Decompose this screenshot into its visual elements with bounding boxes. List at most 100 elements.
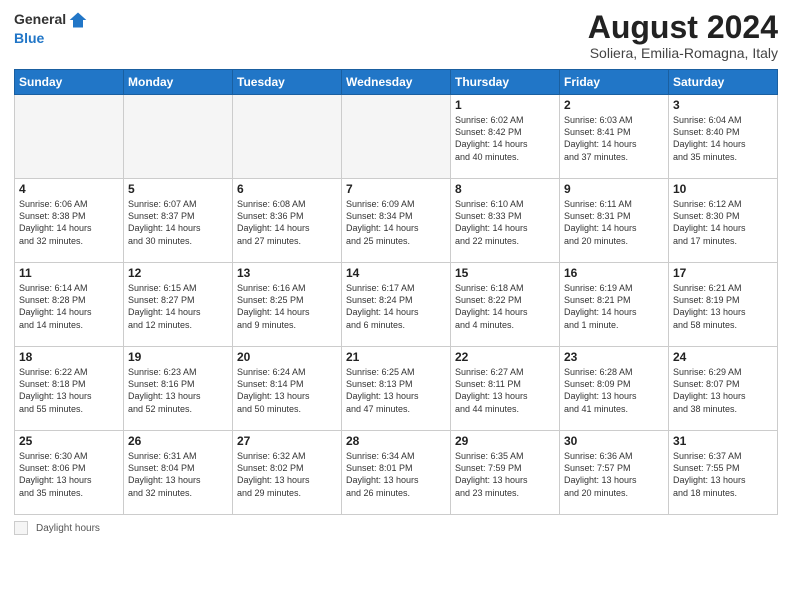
day-number: 21 <box>346 350 446 364</box>
calendar-cell <box>15 95 124 179</box>
day-info: Sunrise: 6:29 AM Sunset: 8:07 PM Dayligh… <box>673 366 773 415</box>
day-number: 15 <box>455 266 555 280</box>
day-info: Sunrise: 6:07 AM Sunset: 8:37 PM Dayligh… <box>128 198 228 247</box>
logo-general-text: General <box>14 12 66 27</box>
day-number: 3 <box>673 98 773 112</box>
day-number: 24 <box>673 350 773 364</box>
day-info: Sunrise: 6:03 AM Sunset: 8:41 PM Dayligh… <box>564 114 664 163</box>
day-number: 19 <box>128 350 228 364</box>
day-info: Sunrise: 6:34 AM Sunset: 8:01 PM Dayligh… <box>346 450 446 499</box>
day-number: 26 <box>128 434 228 448</box>
day-info: Sunrise: 6:36 AM Sunset: 7:57 PM Dayligh… <box>564 450 664 499</box>
calendar-cell <box>233 95 342 179</box>
day-number: 9 <box>564 182 664 196</box>
calendar-week-row: 1Sunrise: 6:02 AM Sunset: 8:42 PM Daylig… <box>15 95 778 179</box>
calendar-day-header: Sunday <box>15 70 124 95</box>
calendar-day-header: Saturday <box>669 70 778 95</box>
calendar-cell: 14 Sunrise: 6:17 AM Sunset: 8:24 PM Dayli… <box>342 263 451 347</box>
day-info: Sunrise: 6:22 AM Sunset: 8:18 PM Dayligh… <box>19 366 119 415</box>
calendar-cell: 28 Sunrise: 6:34 AM Sunset: 8:01 PM Dayli… <box>342 431 451 515</box>
calendar-day-header: Wednesday <box>342 70 451 95</box>
day-number: 11 <box>19 266 119 280</box>
day-info: Sunrise: 6:31 AM Sunset: 8:04 PM Dayligh… <box>128 450 228 499</box>
calendar-day-header: Thursday <box>451 70 560 95</box>
page: General Blue August 2024 Soliera, Emilia… <box>0 0 792 612</box>
day-number: 18 <box>19 350 119 364</box>
calendar-cell: 27Sunrise: 6:32 AM Sunset: 8:02 PM Dayli… <box>233 431 342 515</box>
day-number: 2 <box>564 98 664 112</box>
day-number: 7 <box>346 182 446 196</box>
calendar-cell: 26 Sunrise: 6:31 AM Sunset: 8:04 PM Dayli… <box>124 431 233 515</box>
calendar-cell: 29 Sunrise: 6:35 AM Sunset: 7:59 PM Dayli… <box>451 431 560 515</box>
calendar-cell: 1Sunrise: 6:02 AM Sunset: 8:42 PM Daylig… <box>451 95 560 179</box>
day-number: 20 <box>237 350 337 364</box>
calendar-cell: 22 Sunrise: 6:27 AM Sunset: 8:11 PM Dayli… <box>451 347 560 431</box>
day-info: Sunrise: 6:32 AM Sunset: 8:02 PM Dayligh… <box>237 450 337 499</box>
day-number: 1 <box>455 98 555 112</box>
legend-label: Daylight hours <box>36 523 100 534</box>
day-info: Sunrise: 6:18 AM Sunset: 8:22 PM Dayligh… <box>455 282 555 331</box>
calendar-day-header: Monday <box>124 70 233 95</box>
calendar-cell: 13 Sunrise: 6:16 AM Sunset: 8:25 PM Dayli… <box>233 263 342 347</box>
day-info: Sunrise: 6:17 AM Sunset: 8:24 PM Dayligh… <box>346 282 446 331</box>
calendar-cell: 23Sunrise: 6:28 AM Sunset: 8:09 PM Dayli… <box>560 347 669 431</box>
day-info: Sunrise: 6:27 AM Sunset: 8:11 PM Dayligh… <box>455 366 555 415</box>
calendar-cell <box>342 95 451 179</box>
day-info: Sunrise: 6:11 AM Sunset: 8:31 PM Dayligh… <box>564 198 664 247</box>
calendar-cell: 20Sunrise: 6:24 AM Sunset: 8:14 PM Dayli… <box>233 347 342 431</box>
calendar-cell: 12 Sunrise: 6:15 AM Sunset: 8:27 PM Dayli… <box>124 263 233 347</box>
calendar-cell <box>124 95 233 179</box>
calendar-week-row: 11 Sunrise: 6:14 AM Sunset: 8:28 PM Dayli… <box>15 263 778 347</box>
calendar-cell: 3 Sunrise: 6:04 AM Sunset: 8:40 PM Daylig… <box>669 95 778 179</box>
day-info: Sunrise: 6:15 AM Sunset: 8:27 PM Dayligh… <box>128 282 228 331</box>
calendar-table: SundayMondayTuesdayWednesdayThursdayFrid… <box>14 69 778 515</box>
calendar-cell: 19Sunrise: 6:23 AM Sunset: 8:16 PM Dayli… <box>124 347 233 431</box>
calendar-cell: 8Sunrise: 6:10 AM Sunset: 8:33 PM Daylig… <box>451 179 560 263</box>
calendar-cell: 17Sunrise: 6:21 AM Sunset: 8:19 PM Dayli… <box>669 263 778 347</box>
calendar-cell: 25Sunrise: 6:30 AM Sunset: 8:06 PM Dayli… <box>15 431 124 515</box>
day-number: 28 <box>346 434 446 448</box>
day-info: Sunrise: 6:09 AM Sunset: 8:34 PM Dayligh… <box>346 198 446 247</box>
day-number: 16 <box>564 266 664 280</box>
day-number: 29 <box>455 434 555 448</box>
day-number: 5 <box>128 182 228 196</box>
calendar-cell: 21Sunrise: 6:25 AM Sunset: 8:13 PM Dayli… <box>342 347 451 431</box>
header: General Blue August 2024 Soliera, Emilia… <box>14 10 778 61</box>
calendar-week-row: 4Sunrise: 6:06 AM Sunset: 8:38 PM Daylig… <box>15 179 778 263</box>
calendar-week-row: 25Sunrise: 6:30 AM Sunset: 8:06 PM Dayli… <box>15 431 778 515</box>
day-number: 22 <box>455 350 555 364</box>
calendar-cell: 9 Sunrise: 6:11 AM Sunset: 8:31 PM Daylig… <box>560 179 669 263</box>
day-info: Sunrise: 6:14 AM Sunset: 8:28 PM Dayligh… <box>19 282 119 331</box>
day-number: 14 <box>346 266 446 280</box>
calendar-cell: 7 Sunrise: 6:09 AM Sunset: 8:34 PM Daylig… <box>342 179 451 263</box>
month-year-title: August 2024 <box>588 10 778 45</box>
day-info: Sunrise: 6:37 AM Sunset: 7:55 PM Dayligh… <box>673 450 773 499</box>
calendar-cell: 4Sunrise: 6:06 AM Sunset: 8:38 PM Daylig… <box>15 179 124 263</box>
calendar-cell: 11 Sunrise: 6:14 AM Sunset: 8:28 PM Dayli… <box>15 263 124 347</box>
day-number: 6 <box>237 182 337 196</box>
day-number: 12 <box>128 266 228 280</box>
logo-icon <box>68 10 88 30</box>
calendar-week-row: 18 Sunrise: 6:22 AM Sunset: 8:18 PM Dayli… <box>15 347 778 431</box>
day-info: Sunrise: 6:12 AM Sunset: 8:30 PM Dayligh… <box>673 198 773 247</box>
calendar-day-header: Friday <box>560 70 669 95</box>
calendar-cell: 15 Sunrise: 6:18 AM Sunset: 8:22 PM Dayli… <box>451 263 560 347</box>
day-number: 4 <box>19 182 119 196</box>
day-number: 8 <box>455 182 555 196</box>
calendar-cell: 24 Sunrise: 6:29 AM Sunset: 8:07 PM Dayli… <box>669 347 778 431</box>
calendar-header-row: SundayMondayTuesdayWednesdayThursdayFrid… <box>15 70 778 95</box>
calendar-cell: 10Sunrise: 6:12 AM Sunset: 8:30 PM Dayli… <box>669 179 778 263</box>
calendar-cell: 5 Sunrise: 6:07 AM Sunset: 8:37 PM Daylig… <box>124 179 233 263</box>
calendar-cell: 31Sunrise: 6:37 AM Sunset: 7:55 PM Dayli… <box>669 431 778 515</box>
calendar-day-header: Tuesday <box>233 70 342 95</box>
day-info: Sunrise: 6:35 AM Sunset: 7:59 PM Dayligh… <box>455 450 555 499</box>
location-subtitle: Soliera, Emilia-Romagna, Italy <box>588 45 778 61</box>
calendar-cell: 16Sunrise: 6:19 AM Sunset: 8:21 PM Dayli… <box>560 263 669 347</box>
day-info: Sunrise: 6:28 AM Sunset: 8:09 PM Dayligh… <box>564 366 664 415</box>
legend-box <box>14 521 28 535</box>
day-info: Sunrise: 6:16 AM Sunset: 8:25 PM Dayligh… <box>237 282 337 331</box>
day-info: Sunrise: 6:04 AM Sunset: 8:40 PM Dayligh… <box>673 114 773 163</box>
logo: General Blue <box>14 10 88 48</box>
day-number: 13 <box>237 266 337 280</box>
day-info: Sunrise: 6:08 AM Sunset: 8:36 PM Dayligh… <box>237 198 337 247</box>
